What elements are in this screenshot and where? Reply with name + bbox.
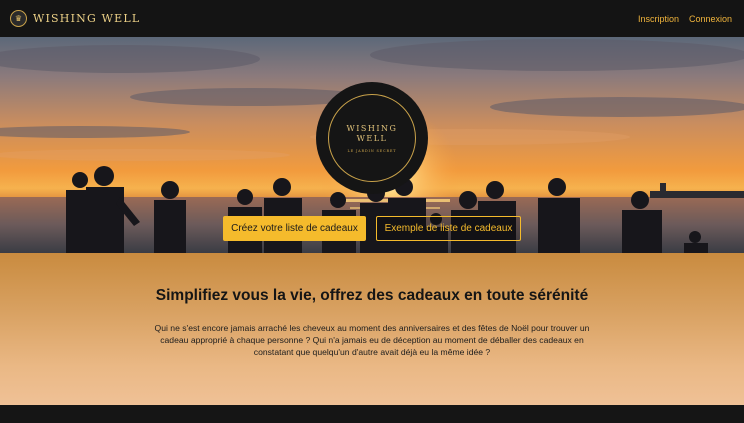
intro-paragraph: Qui ne s'est encore jamais arraché les c… bbox=[154, 323, 590, 357]
example-gift-list-button[interactable]: Exemple de liste de cadeaux bbox=[376, 216, 521, 241]
nav-links: Inscription Connexion bbox=[638, 14, 732, 24]
top-navbar: ♛ WISHING WELL Inscription Connexion bbox=[0, 0, 744, 37]
logo-text-line2: WELL bbox=[356, 133, 388, 143]
brand-logo[interactable]: ♛ WISHING WELL bbox=[10, 10, 140, 27]
hero-banner: WISHING WELL LE JARDIN SECRET bbox=[0, 37, 744, 253]
nav-link-inscription[interactable]: Inscription bbox=[638, 14, 679, 24]
logo-text-line1: WISHING bbox=[346, 123, 398, 133]
hero-logo: WISHING WELL LE JARDIN SECRET bbox=[316, 82, 428, 194]
logo-ring: WISHING WELL LE JARDIN SECRET bbox=[328, 94, 416, 182]
logo-tagline: LE JARDIN SECRET bbox=[347, 148, 397, 153]
brand-name: WISHING WELL bbox=[33, 12, 141, 25]
wishing-well-icon: ♛ bbox=[10, 10, 27, 27]
nav-link-connexion[interactable]: Connexion bbox=[689, 14, 732, 24]
intro-section: Simplifiez vous la vie, offrez des cadea… bbox=[0, 253, 744, 405]
intro-title: Simplifiez vous la vie, offrez des cadea… bbox=[155, 287, 589, 304]
footer-bar bbox=[0, 405, 744, 423]
create-gift-list-button[interactable]: Créez votre liste de cadeaux bbox=[223, 216, 366, 241]
